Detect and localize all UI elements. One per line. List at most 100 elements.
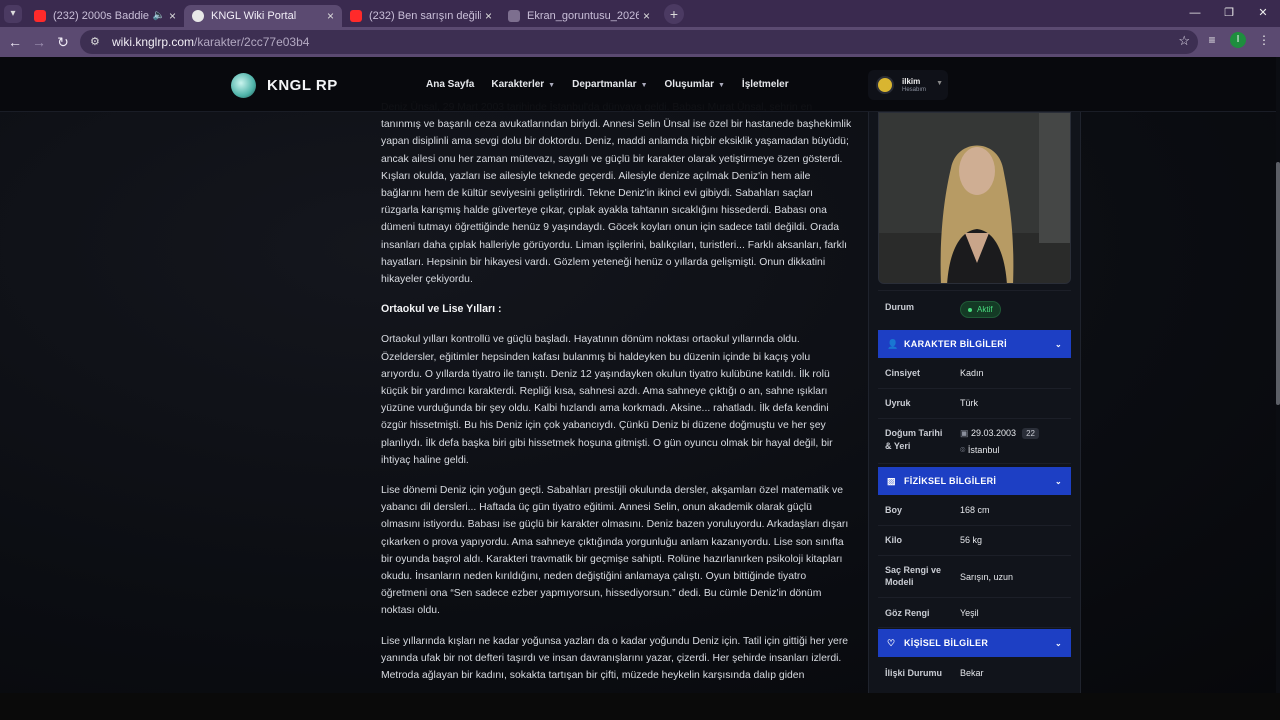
close-icon[interactable]: × xyxy=(327,9,334,23)
close-icon[interactable]: × xyxy=(485,9,492,23)
weight-label: Kilo xyxy=(885,535,902,545)
nav-home[interactable]: Ana Sayfa xyxy=(426,79,474,90)
minimize-icon[interactable]: — xyxy=(1178,0,1212,27)
nav-label: Oluşumlar xyxy=(664,79,714,90)
site-logo[interactable]: KNGL RP xyxy=(231,73,338,98)
restore-icon[interactable]: ❐ xyxy=(1212,0,1246,27)
browser-tab-3[interactable]: (232) Ben sarışın değilim😂😂 × xyxy=(342,5,500,27)
nav-label: Departmanlar xyxy=(572,79,637,90)
browser-tab-4[interactable]: Ekran_goruntusu_2026-03-06 × xyxy=(500,5,658,27)
tab-title: Ekran_goruntusu_2026-03-06 xyxy=(527,9,639,22)
web-page: Deniz Ünsal, 29 Mart 2003 tarihinde İsta… xyxy=(0,57,1280,693)
close-icon[interactable]: × xyxy=(643,9,650,23)
divider xyxy=(878,388,1071,389)
account-menu[interactable]: ilkim Hesabım ▼ xyxy=(868,70,948,100)
nav-businesses[interactable]: İşletmeler xyxy=(742,79,789,90)
youtube-icon xyxy=(34,9,46,22)
user-icon: 👤 xyxy=(887,338,899,349)
close-window-icon[interactable]: ✕ xyxy=(1246,0,1280,27)
menu-kebab-icon[interactable]: ⋮ xyxy=(1256,33,1272,47)
scrollbar-thumb[interactable] xyxy=(1276,162,1280,405)
status-label: Durum xyxy=(885,302,914,312)
status-badge: Aktif xyxy=(960,301,1001,318)
hair-label-2: Modeli xyxy=(885,577,914,587)
birth-date: 29.03.2003 xyxy=(971,428,1017,438)
section-character-toggle[interactable]: 👤 KARAKTER BİLGİLERİ ⌄ xyxy=(878,330,1071,358)
forward-icon[interactable]: → xyxy=(27,34,51,50)
kngl-icon xyxy=(192,9,204,22)
url-path: /karakter/2cc77e03b4 xyxy=(194,35,310,49)
image-icon xyxy=(508,9,520,22)
page-scrollbar[interactable] xyxy=(1276,57,1280,693)
window-controls: — ❐ ✕ xyxy=(1178,0,1280,27)
nav-label: Ana Sayfa xyxy=(426,79,475,90)
section-personal-toggle[interactable]: ♡ KİŞİSEL BİLGİLER ⌄ xyxy=(878,629,1071,657)
tab-title: (232) 2000s Baddie Playlist xyxy=(53,9,149,22)
nav-characters[interactable]: Karakterler ▼ xyxy=(491,79,555,90)
divider xyxy=(878,418,1071,419)
age-badge: 22 xyxy=(1022,428,1039,439)
main-menu: Ana Sayfa Karakterler ▼ Departmanlar ▼ Olu… xyxy=(426,79,806,90)
chevron-down-icon: ▼ xyxy=(936,80,943,87)
section-title: KİŞİSEL BİLGİLER xyxy=(904,638,989,648)
tab-search-icon[interactable]: ▾ xyxy=(4,4,22,23)
chevron-down-icon: ⌄ xyxy=(1054,339,1062,349)
eye-label: Göz Rengi xyxy=(885,608,930,618)
gender-label: Cinsiyet xyxy=(885,368,921,378)
section-physical-toggle[interactable]: ▨ FİZİKSEL BİLGİLERİ ⌄ xyxy=(878,467,1071,495)
chevron-down-icon: ▼ xyxy=(548,82,556,89)
character-portrait xyxy=(878,112,1071,284)
eye-value: Yeşil xyxy=(960,608,979,618)
divider xyxy=(878,525,1071,526)
relationship-label: İlişki Durumu xyxy=(885,668,943,678)
height-label: Boy xyxy=(885,505,903,515)
image-icon: ▨ xyxy=(887,475,896,486)
close-icon[interactable]: × xyxy=(169,9,176,23)
speaker-icon[interactable]: 🔈 xyxy=(153,10,165,21)
divider xyxy=(878,463,1071,464)
nav-factions[interactable]: Oluşumlar ▼ xyxy=(665,79,725,90)
chevron-down-icon: ▼ xyxy=(717,82,725,89)
profile-avatar[interactable]: I xyxy=(1230,32,1246,48)
section-title: FİZİKSEL BİLGİLERİ xyxy=(904,476,997,486)
account-name: ilkim xyxy=(902,76,921,86)
bookmark-star-icon[interactable]: ☆ xyxy=(1178,33,1190,49)
hair-value: Sarışın, uzun xyxy=(960,572,1014,582)
divider xyxy=(878,555,1071,556)
birth-place: İstanbul xyxy=(967,445,1000,455)
bottom-bar xyxy=(0,693,1280,720)
divider xyxy=(878,627,1071,628)
portrait-image xyxy=(879,113,1070,283)
divider xyxy=(878,597,1071,598)
logo-text: KNGL RP xyxy=(267,77,338,94)
avatar xyxy=(876,76,894,94)
browser-tab-2[interactable]: KNGL Wiki Portal × xyxy=(184,4,342,27)
birth-date-value: ▣ 29.03.2003 22 xyxy=(960,428,1039,439)
birth-label-2: & Yeri xyxy=(885,441,911,451)
browser-tab-1[interactable]: (232) 2000s Baddie Playlist 🔈 × xyxy=(26,5,184,27)
back-icon[interactable]: ← xyxy=(3,34,27,50)
media-control-icon[interactable]: ≡ xyxy=(1204,33,1220,47)
browser-tabstrip: ▾ (232) 2000s Baddie Playlist 🔈 × KNGL W… xyxy=(0,0,1280,27)
new-tab-button[interactable]: + xyxy=(664,3,684,24)
relationship-value: Bekar xyxy=(960,668,984,678)
story-subheading: Ortaokul ve Lise Yılları : xyxy=(381,303,502,316)
section-title: KARAKTER BİLGİLERİ xyxy=(904,339,1007,349)
site-navbar: KNGL RP Ana Sayfa Karakterler ▼ Departman… xyxy=(0,57,1276,112)
nationality-value: Türk xyxy=(960,398,978,408)
tab-title: KNGL Wiki Portal xyxy=(211,9,297,22)
chevron-down-icon: ⌄ xyxy=(1054,476,1062,486)
nav-label: İşletmeler xyxy=(741,79,789,90)
heart-icon: ♡ xyxy=(887,637,896,648)
nav-departments[interactable]: Departmanlar ▼ xyxy=(572,79,647,90)
calendar-icon: ▣ xyxy=(960,428,972,438)
account-subtitle: Hesabım xyxy=(902,86,927,93)
reload-icon[interactable]: ↻ xyxy=(51,34,75,51)
nav-label: Karakterler xyxy=(491,79,545,90)
kngl-logo-icon xyxy=(231,73,256,98)
site-info-icon[interactable]: ⚙ xyxy=(90,35,104,49)
gender-value: Kadın xyxy=(960,368,984,378)
status-dot-icon xyxy=(968,307,972,312)
address-bar[interactable]: ⚙ wiki.knglrp.com/karakter/2cc77e03b4 ☆ xyxy=(80,30,1198,54)
birth-place-value: ⌾ İstanbul xyxy=(960,445,999,456)
